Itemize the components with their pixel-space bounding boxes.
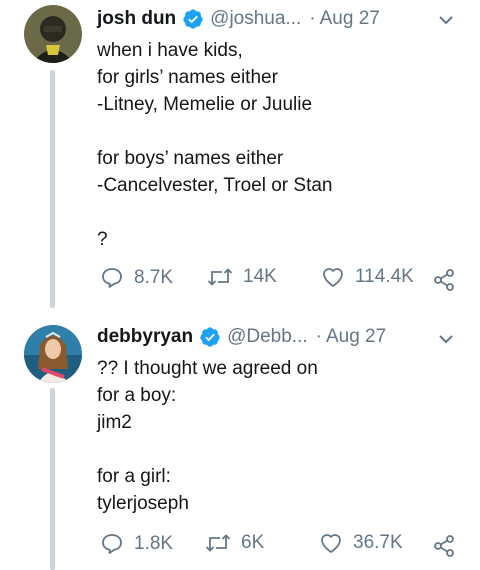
tweet-text: ?? I thought we agreed on for a boy: jim… <box>97 358 318 514</box>
tweet-header: josh dun @joshua... · Aug 27 <box>97 7 380 31</box>
thread-line <box>50 70 55 308</box>
retweet-icon <box>207 268 233 286</box>
like-button[interactable]: 114.4K <box>321 266 414 288</box>
reply-button[interactable]: 1.8K <box>100 532 173 556</box>
reply-count: 8.7K <box>134 267 174 288</box>
tweet-1[interactable]: josh dun @joshua... · Aug 27 when i have… <box>0 0 480 308</box>
tweet-actions: 1.8K 6K 36.7K <box>97 532 467 560</box>
reply-icon <box>102 534 122 554</box>
share-button[interactable] <box>432 268 456 297</box>
tweet-actions: 8.7K 14K 114.4K <box>97 266 467 294</box>
retweet-icon <box>205 534 231 552</box>
thread-line <box>50 388 55 570</box>
share-button[interactable] <box>432 534 456 563</box>
retweet-count: 14K <box>243 266 277 287</box>
tweet-2[interactable]: debbyryan @Debb... · Aug 27 ?? I thought… <box>0 308 480 570</box>
avatar-josh-dun[interactable] <box>24 5 82 63</box>
chevron-down-icon[interactable] <box>438 332 454 344</box>
retweet-button[interactable]: 14K <box>207 266 277 288</box>
like-count: 36.7K <box>353 532 403 553</box>
author-handle[interactable]: @Debb... <box>227 326 308 348</box>
author-name[interactable]: debbyryan <box>97 326 193 348</box>
reply-button[interactable]: 8.7K <box>100 266 173 290</box>
tweet-date[interactable]: Aug 27 <box>326 326 386 348</box>
like-count: 114.4K <box>355 266 414 287</box>
like-icon <box>323 268 343 287</box>
author-handle[interactable]: @joshua... <box>210 8 301 30</box>
tweet-date[interactable]: Aug 27 <box>320 8 380 30</box>
retweet-button[interactable]: 6K <box>205 532 264 554</box>
verified-badge-icon <box>199 326 221 348</box>
reply-count: 1.8K <box>134 533 174 554</box>
author-name[interactable]: josh dun <box>97 8 176 30</box>
tweet-text: when i have kids, for girls’ names eithe… <box>97 40 333 250</box>
retweet-count: 6K <box>241 532 265 553</box>
avatar-debbyryan[interactable] <box>24 325 82 383</box>
like-icon <box>321 534 341 553</box>
share-icon <box>434 535 454 557</box>
verified-badge-icon <box>182 8 204 30</box>
tweet-header: debbyryan @Debb... · Aug 27 <box>97 325 386 349</box>
separator-dot: · <box>315 326 322 347</box>
like-button[interactable]: 36.7K <box>319 532 403 554</box>
separator-dot: · <box>309 8 316 29</box>
chevron-down-icon[interactable] <box>438 13 454 25</box>
share-icon <box>434 269 454 291</box>
reply-icon <box>102 268 122 288</box>
